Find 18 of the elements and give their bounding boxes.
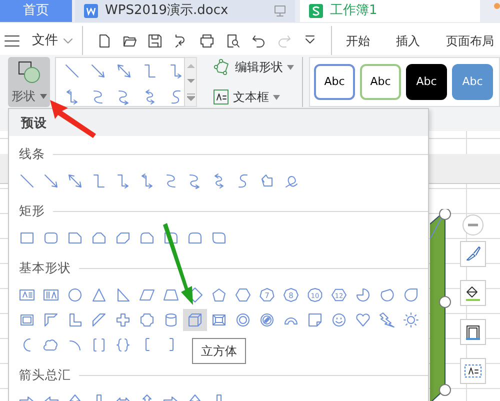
menu-header: 预设 (9, 109, 428, 136)
shapes-button[interactable]: 形状 (8, 57, 50, 107)
ribbon-tab[interactable]: 开始 (340, 30, 376, 52)
text-box-button[interactable]: 文本框 (213, 88, 294, 106)
document-tab[interactable]: WPS2019演示.docx (75, 0, 295, 22)
file-menu-button[interactable]: 文件 (4, 30, 74, 50)
tooltip: 立方体 (192, 338, 246, 364)
edit-shape-button[interactable]: 编辑形状 (213, 58, 294, 76)
style-swatch[interactable]: Abc (360, 64, 401, 100)
shapes-label: 形状 (12, 88, 36, 105)
section-title: 线条 (19, 144, 45, 163)
section-title: 基本形状 (19, 258, 71, 277)
section-title: 箭头总汇 (19, 366, 71, 384)
section-title: 矩形 (19, 202, 45, 220)
ribbon-tab[interactable]: 插入 (390, 30, 426, 52)
ribbon-tab[interactable]: 页面布局 (440, 30, 500, 52)
style-swatch[interactable]: Abc (314, 64, 355, 100)
style-swatch[interactable]: Abc (406, 64, 447, 100)
